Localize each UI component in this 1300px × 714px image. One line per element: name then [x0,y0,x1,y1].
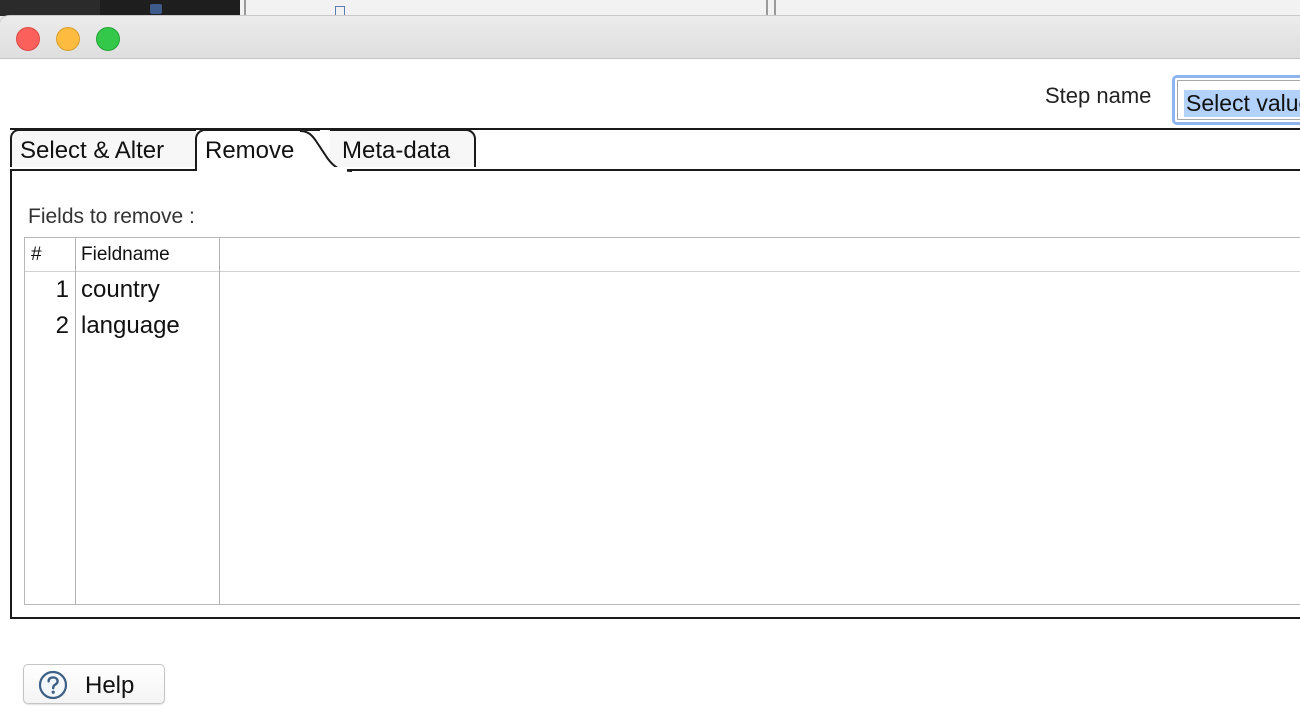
maximize-window-button[interactable] [96,27,120,51]
background-step-icon [335,6,345,16]
background-dark-panel-left [0,0,100,16]
fields-to-remove-label: Fields to remove : [28,205,195,228]
tab-select-alter[interactable]: Select & Alter [10,129,196,167]
background-app [0,0,1300,16]
window-titlebar[interactable] [0,16,1300,59]
table-row[interactable]: 1 country [25,272,1300,308]
step-name-input[interactable]: Select values [1172,75,1300,125]
row-number: 2 [55,312,69,339]
background-divider [774,0,776,16]
minimize-window-button[interactable] [56,27,80,51]
row-number: 1 [55,276,69,303]
select-values-dialog: Step name Select values Select & Alter M… [0,16,1300,714]
question-circle-icon [38,670,68,700]
background-divider [244,0,246,16]
help-button-label: Help [85,672,135,699]
column-header-number[interactable]: # [31,244,42,266]
step-name-label: Step name [1045,83,1152,108]
table-header: # Fieldname [25,238,1300,272]
fieldname-cell[interactable]: language [81,312,180,340]
step-name-input-field[interactable]: Select values [1177,80,1300,120]
fieldname-cell[interactable]: country [81,276,160,304]
step-name-value[interactable]: Select values [1184,90,1300,117]
help-button[interactable]: Help [23,664,165,704]
active-tab-join [197,167,347,172]
fields-table[interactable]: # Fieldname 1 country 2 language [24,237,1300,605]
background-file-icon [150,4,162,14]
table-row[interactable]: 2 language [25,308,1300,344]
screen: Step name Select values Select & Alter M… [0,0,1300,714]
column-header-fieldname[interactable]: Fieldname [81,244,170,266]
close-window-button[interactable] [16,27,40,51]
tab-remove-edge [300,130,352,172]
background-divider [766,0,768,16]
dialog-content: Step name Select values Select & Alter M… [0,59,1300,714]
